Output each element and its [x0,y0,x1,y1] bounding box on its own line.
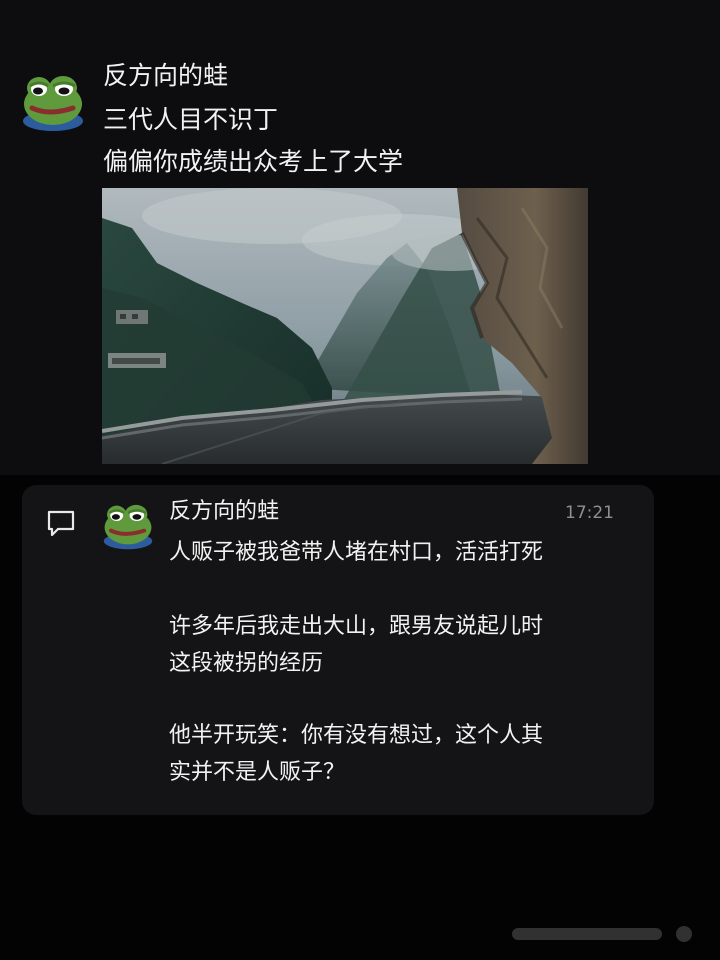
comment-text-line: 实并不是人贩子？ [169,760,346,785]
post-card: 反方向的蛙 三代人目不识丁 偏偏你成绩出众考上了大学 [0,0,720,475]
comment-author-name[interactable]: 反方向的蛙 [169,497,279,527]
frog-avatar-icon[interactable] [103,500,153,550]
watermark [512,926,692,942]
misty-mountain-road-photo[interactable] [102,188,588,464]
post-author-name[interactable]: 反方向的蛙 [103,60,228,92]
post-text-line: 偏偏你成绩出众考上了大学 [103,147,404,176]
comment-icon[interactable] [45,508,77,538]
comment-text-line: 他半开玩笑：你有没有想过，这个人其 [169,723,544,748]
comment-text-line: 许多年后我走出大山，跟男友说起儿时 [169,614,544,639]
comment-text-line: 人贩子被我爸带人堵在村口，活活打死 [169,540,544,565]
post-text-line: 三代人目不识丁 [103,105,279,134]
comment-timestamp: 17:21 [565,503,614,523]
frog-avatar-icon[interactable] [22,70,84,132]
comment-text-line: 这段被拐的经历 [169,651,324,676]
